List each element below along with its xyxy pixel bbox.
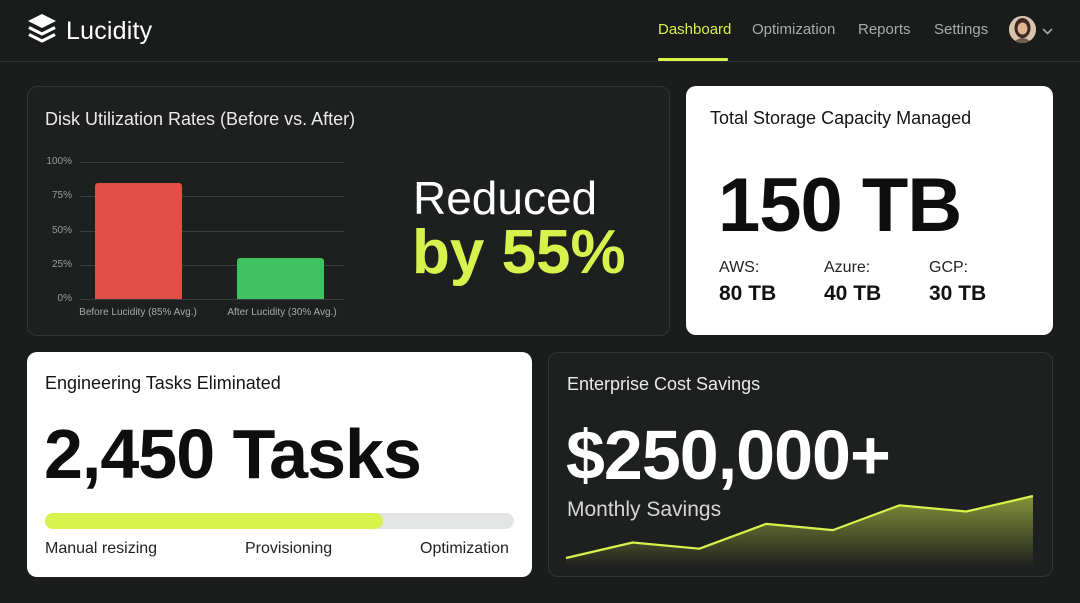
- brand-logo[interactable]: Lucidity: [26, 12, 152, 51]
- engineering-tasks-card: Engineering Tasks Eliminated 2,450 Tasks…: [27, 352, 532, 577]
- savings-value: $250,000+: [566, 416, 891, 494]
- aws-value: 80 TB: [719, 282, 777, 305]
- savings-trend-chart: [565, 494, 1034, 568]
- storage-capacity-card: Total Storage Capacity Managed 150 TB AW…: [686, 86, 1053, 335]
- cost-savings-card: Enterprise Cost Savings $250,000+ Monthl…: [548, 352, 1053, 577]
- gcp-label: GCP:: [929, 259, 969, 276]
- nav-dashboard[interactable]: Dashboard: [658, 21, 731, 38]
- gridline: [80, 299, 344, 300]
- nav-optimization[interactable]: Optimization: [752, 21, 835, 38]
- tasks-eliminated-value: 2,450 Tasks: [44, 415, 422, 493]
- savings-card-title: Enterprise Cost Savings: [567, 374, 761, 394]
- bar-before-lucidity: [95, 182, 182, 299]
- y-tick-label: 100%: [46, 156, 72, 167]
- brand-name: Lucidity: [66, 17, 153, 45]
- active-tab-indicator: [658, 58, 728, 61]
- y-tick-label: 0%: [57, 293, 72, 304]
- tasks-card-title: Engineering Tasks Eliminated: [45, 373, 281, 393]
- storage-card-title: Total Storage Capacity Managed: [710, 108, 972, 128]
- task-label-optimization: Optimization: [420, 540, 509, 557]
- y-tick-label: 25%: [51, 259, 72, 270]
- disk-utilization-card: Disk Utilization Rates (Before vs. After…: [27, 86, 670, 336]
- azure-label: Azure:: [824, 259, 871, 276]
- y-tick-label: 75%: [51, 190, 72, 201]
- storage-total-value: 150 TB: [718, 163, 962, 248]
- trend-area: [566, 496, 1033, 568]
- gridline: [80, 162, 344, 163]
- aws-label: AWS:: [719, 259, 760, 276]
- disk-card-title: Disk Utilization Rates (Before vs. After…: [45, 109, 356, 129]
- layers-logo-icon: [26, 12, 58, 51]
- nav-reports[interactable]: Reports: [858, 21, 911, 38]
- chevron-down-icon[interactable]: [1042, 23, 1053, 41]
- nav-settings[interactable]: Settings: [934, 21, 988, 38]
- azure-value: 40 TB: [824, 282, 882, 305]
- user-avatar[interactable]: [1009, 16, 1036, 43]
- x-label-after: After Lucidity (30% Avg.): [227, 307, 337, 318]
- x-label-before: Before Lucidity (85% Avg.): [79, 307, 197, 318]
- task-label-provisioning: Provisioning: [245, 540, 333, 557]
- task-label-manual-resizing: Manual resizing: [45, 540, 158, 557]
- gcp-value: 30 TB: [929, 282, 987, 305]
- bar-after-lucidity: [237, 257, 324, 299]
- top-navigation-bar: Lucidity Dashboard Optimization Reports …: [0, 0, 1080, 62]
- tasks-progress-fill: [45, 513, 383, 529]
- reduction-headline-line2: by 55%: [412, 218, 626, 287]
- y-tick-label: 50%: [51, 225, 72, 236]
